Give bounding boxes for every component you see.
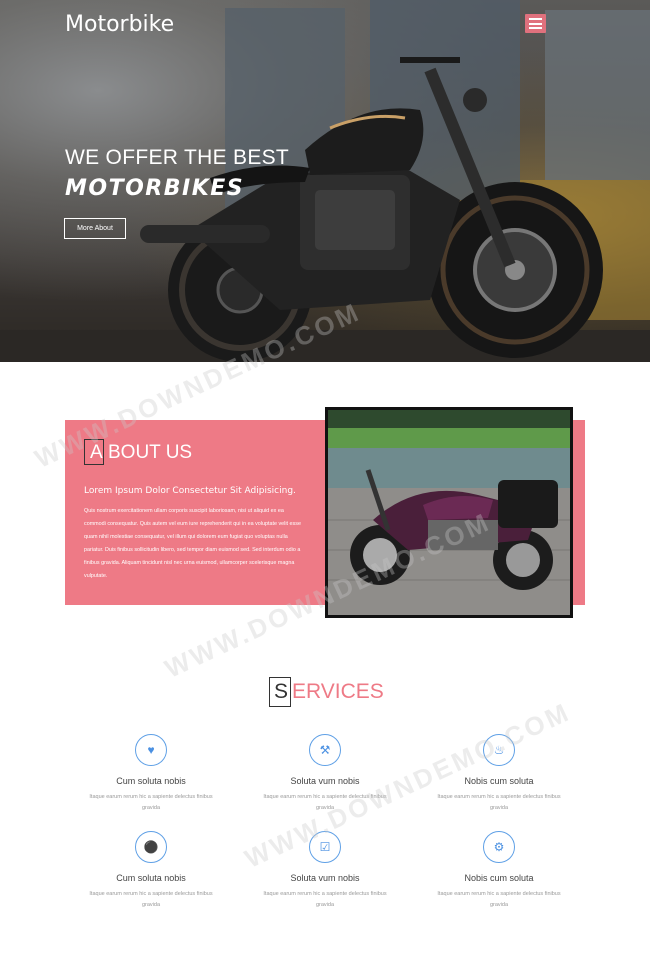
service-description: Itaque earum rerum hic a sapiente delect… [437,891,561,908]
brand-logo[interactable]: Motorbike [65,12,174,37]
menu-bar [529,22,542,25]
about-title: BOUT US [108,442,193,463]
hero-banner: Motorbike WE OFFER THE BEST MOTORBIKES M… [0,0,650,362]
wrench-icon[interactable]: ⚒ [309,734,341,766]
menu-bar [529,27,542,29]
service-card: ⚫ Cum soluta nobis Itaque earum rerum hi… [76,831,226,911]
service-title: Nobis cum soluta [464,873,534,883]
motorbike-photo [328,410,570,615]
service-card: ⚙ Nobis cum soluta Itaque earum rerum hi… [424,831,574,911]
about-photo [325,407,573,618]
heart-icon[interactable]: ♥ [135,734,167,766]
service-description: Itaque earum rerum hic a sapiente delect… [437,794,561,811]
hamburger-menu-icon[interactable] [525,14,546,33]
service-description: Itaque earum rerum hic a sapiente delect… [263,794,387,811]
about-body-text: Quis nostrum exercitationem ullam corpor… [84,508,301,579]
service-description: Itaque earum rerum hic a sapiente delect… [89,794,213,811]
bell-icon[interactable]: ♨ [483,734,515,766]
services-title: ERVICES [292,680,384,703]
service-card: ⚒ Soluta vum nobis Itaque earum rerum hi… [250,734,400,814]
service-title: Nobis cum soluta [464,776,534,786]
menu-bar [529,18,542,20]
about-title-first-letter: A [90,442,103,463]
service-title: Cum soluta nobis [116,873,186,883]
service-description: Itaque earum rerum hic a sapiente delect… [89,891,213,908]
about-subtitle: Lorem Ipsum Dolor Consectetur Sit Adipis… [84,486,296,496]
services-title-first-letter: S [274,680,289,703]
service-title: Soluta vum nobis [290,873,360,883]
service-title: Cum soluta nobis [116,776,186,786]
motorcycle-icon[interactable]: ⚫ [135,831,167,863]
service-card: ♨ Nobis cum soluta Itaque earum rerum hi… [424,734,574,814]
service-description: Itaque earum rerum hic a sapiente delect… [263,891,387,908]
hero-heading: WE OFFER THE BEST [65,146,290,169]
service-title: Soluta vum nobis [290,776,360,786]
hero-subheading: MOTORBIKES [65,176,245,201]
checkbox-icon[interactable]: ☑ [309,831,341,863]
service-card: ☑ Soluta vum nobis Itaque earum rerum hi… [250,831,400,911]
gears-icon[interactable]: ⚙ [483,831,515,863]
more-about-button[interactable]: More About [64,218,126,239]
service-card: ♥ Cum soluta nobis Itaque earum rerum hi… [76,734,226,814]
